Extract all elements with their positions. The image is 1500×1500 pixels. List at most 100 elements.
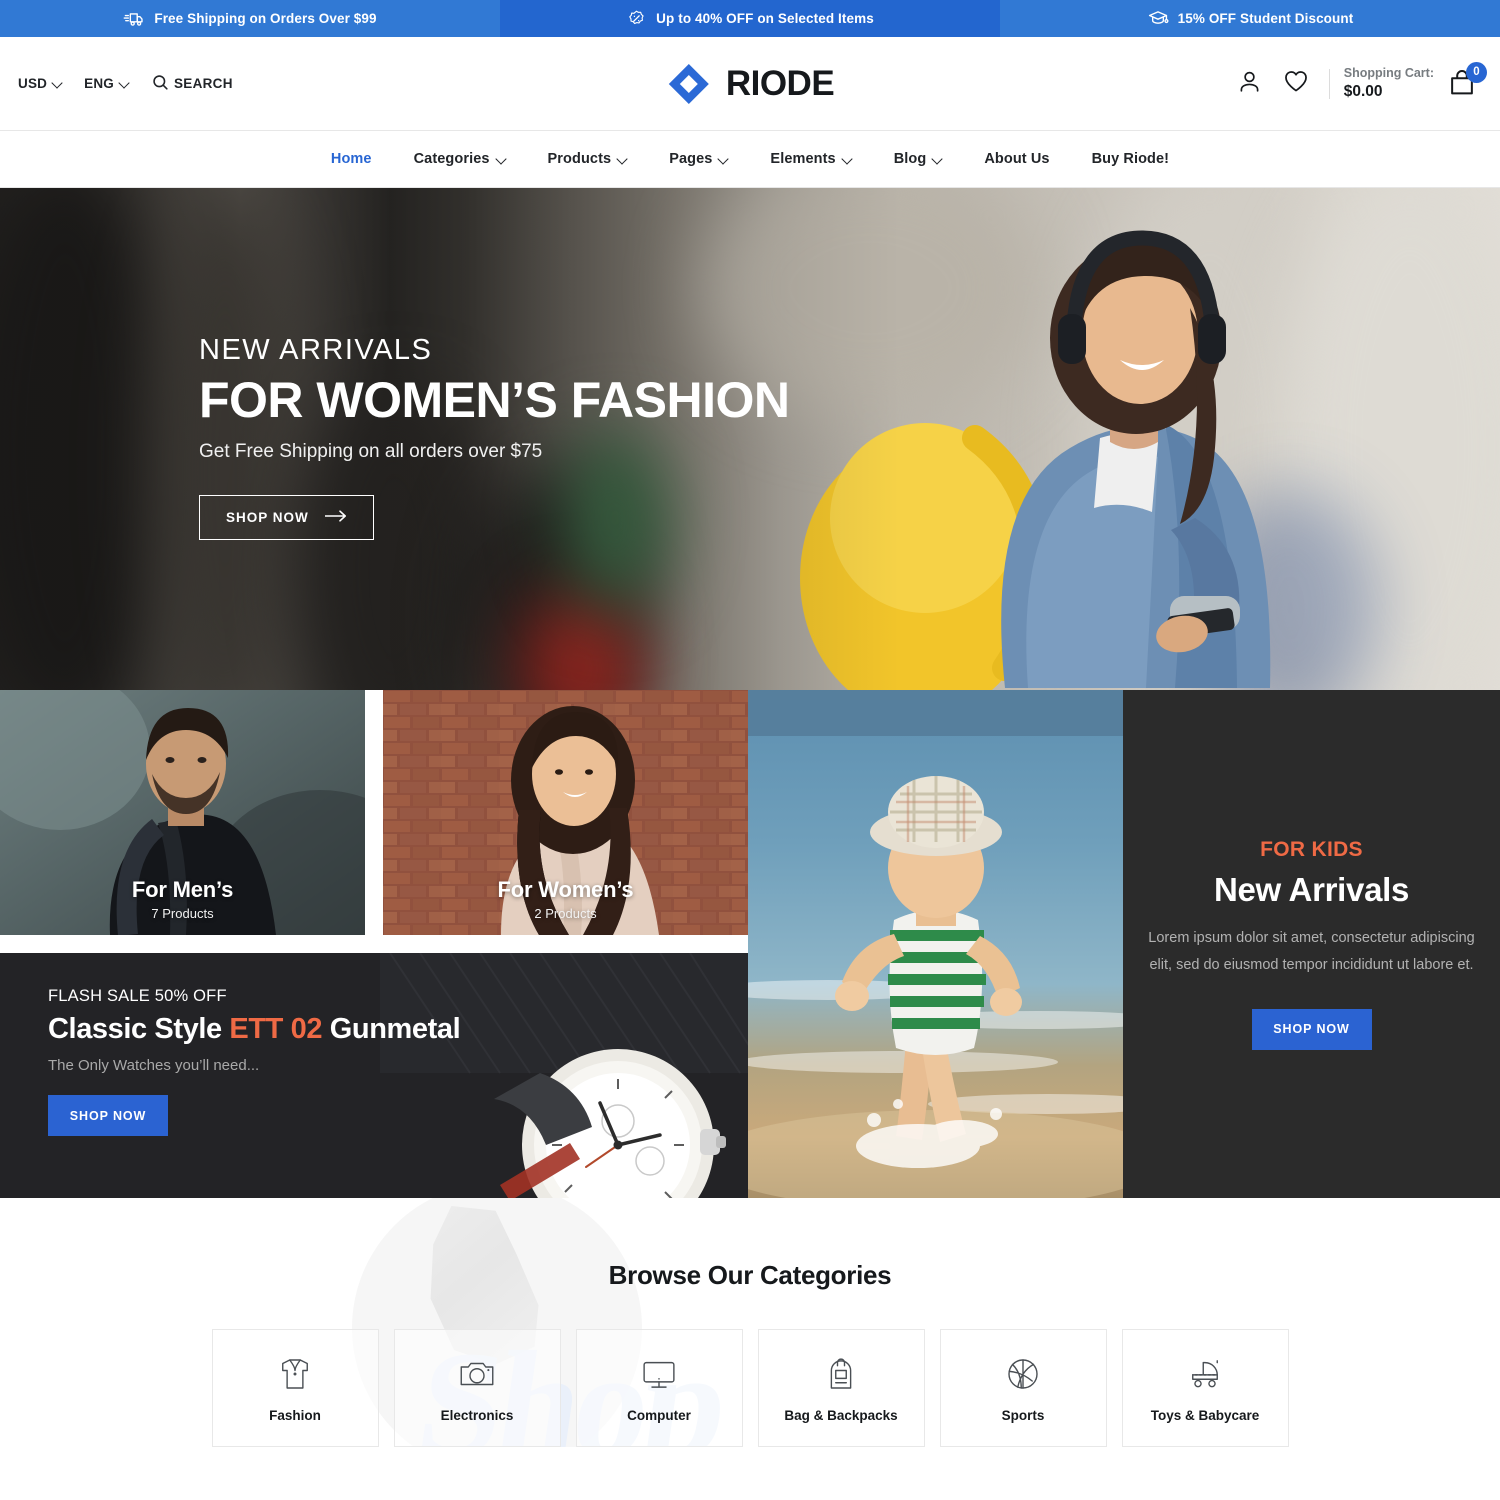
promo-segment-discount[interactable]: Up to 40% OFF on Selected Items bbox=[500, 0, 1000, 37]
category-label-fashion: Fashion bbox=[269, 1408, 321, 1423]
kids-description: Lorem ipsum dolor sit amet, consectetur … bbox=[1148, 930, 1475, 973]
nav-label-blog: Blog bbox=[893, 151, 927, 167]
category-tile-computer[interactable]: Computer bbox=[575, 1329, 743, 1447]
account-button[interactable] bbox=[1227, 61, 1273, 107]
nav-item-blog[interactable]: Blog bbox=[873, 131, 964, 187]
hero-content: NEW ARRIVALS FOR WOMEN’S FASHION Get Fre… bbox=[199, 334, 790, 540]
category-label-sports: Sports bbox=[1001, 1408, 1045, 1423]
nav-item-categories[interactable]: Categories bbox=[393, 131, 527, 187]
hero-cta-label: SHOP NOW bbox=[226, 510, 309, 525]
category-card-womens[interactable]: For Women’s 2 Products bbox=[383, 690, 748, 935]
category-card-mens[interactable]: For Men’s 7 Products bbox=[0, 690, 365, 935]
category-tile-sports[interactable]: Sports bbox=[939, 1329, 1107, 1447]
nav-item-buy-riode[interactable]: Buy Riode! bbox=[1071, 131, 1191, 187]
currency-selector[interactable]: USD bbox=[18, 76, 62, 91]
cart-label: Shopping Cart: bbox=[1343, 66, 1434, 81]
search-toggle[interactable]: SEARCH bbox=[151, 73, 233, 95]
chevron-down-icon bbox=[618, 155, 627, 164]
promo-bar: Free Shipping on Orders Over $99 Up to 4… bbox=[0, 0, 1500, 37]
kids-eyebrow: FOR KIDS bbox=[1260, 838, 1363, 862]
chevron-down-icon bbox=[719, 155, 728, 164]
hero-subtitle: Get Free Shipping on all orders over $75 bbox=[199, 441, 543, 462]
flash-sale-banner[interactable]: FLASH SALE 50% OFF Classic Style ETT 02 … bbox=[0, 953, 748, 1198]
backpack-icon bbox=[820, 1353, 862, 1395]
wishlist-button[interactable] bbox=[1273, 61, 1319, 107]
hero-eyebrow: NEW ARRIVALS bbox=[199, 334, 433, 366]
site-logo[interactable]: RIODE bbox=[666, 61, 835, 107]
chevron-down-icon bbox=[843, 155, 852, 164]
category-tile-bag-backpacks[interactable]: Bag & Backpacks bbox=[757, 1329, 925, 1447]
nav-item-products[interactable]: Products bbox=[527, 131, 649, 187]
category-label-computer: Computer bbox=[627, 1408, 691, 1423]
chevron-down-icon bbox=[120, 79, 129, 88]
hero-banner[interactable]: NEW ARRIVALS FOR WOMEN’S FASHION Get Fre… bbox=[0, 188, 1500, 690]
flash-title-accent: ETT 02 bbox=[229, 1013, 323, 1045]
mens-card-count: 7 Products bbox=[151, 906, 214, 921]
mens-card-title: For Men’s bbox=[131, 877, 234, 902]
cart-count-badge: 0 bbox=[1466, 61, 1487, 83]
user-icon bbox=[1236, 68, 1263, 100]
promo-text-discount: Up to 40% OFF on Selected Items bbox=[656, 11, 874, 26]
nav-item-elements[interactable]: Elements bbox=[749, 131, 872, 187]
browse-categories-section: Shop Browse Our Categories Fashion Elect… bbox=[0, 1198, 1500, 1447]
flash-sale-title: Classic Style ETT 02 Gunmetal bbox=[48, 1013, 461, 1046]
promo-grid-left: For Men’s 7 Products For Women’s 2 Produ… bbox=[0, 690, 748, 1198]
promo-segment-student[interactable]: 15% OFF Student Discount bbox=[1000, 0, 1500, 37]
womens-card-caption: For Women’s 2 Products bbox=[383, 877, 748, 921]
chevron-down-icon bbox=[53, 79, 62, 88]
graduation-cap-icon bbox=[1147, 8, 1169, 30]
arrow-right-icon bbox=[323, 510, 347, 525]
basketball-icon bbox=[1002, 1353, 1044, 1395]
heart-icon bbox=[1282, 67, 1310, 100]
chevron-down-icon bbox=[933, 155, 942, 164]
shopping-cart-button[interactable]: Shopping Cart: $0.00 0 bbox=[1343, 61, 1487, 103]
category-label-electronics: Electronics bbox=[440, 1408, 514, 1423]
hero-shop-now-button[interactable]: SHOP NOW bbox=[199, 495, 374, 540]
nav-label-products: Products bbox=[547, 151, 612, 167]
nav-item-home[interactable]: Home bbox=[310, 131, 393, 187]
nav-label-buy-riode: Buy Riode! bbox=[1091, 151, 1170, 167]
category-tiles: Fashion Electronics Computer Bag & Backp… bbox=[0, 1329, 1500, 1447]
flash-title-part1: Classic Style bbox=[48, 1013, 230, 1045]
kids-banner[interactable]: FOR KIDS New Arrivals Lorem ipsum dolor … bbox=[748, 690, 1500, 1198]
nav-item-about-us[interactable]: About Us bbox=[963, 131, 1070, 187]
promo-grid: For Men’s 7 Products For Women’s 2 Produ… bbox=[0, 690, 1500, 1198]
riode-diamond-logo-icon bbox=[666, 61, 712, 107]
logo-text: RIODE bbox=[725, 63, 835, 103]
flash-sale-content: FLASH SALE 50% OFF Classic Style ETT 02 … bbox=[48, 987, 461, 1136]
nav-label-categories: Categories bbox=[413, 151, 490, 167]
shopping-bag-icon bbox=[1446, 69, 1478, 103]
nav-label-about-us: About Us bbox=[984, 151, 1050, 167]
nav-item-pages[interactable]: Pages bbox=[648, 131, 749, 187]
mens-card-caption: For Men’s 7 Products bbox=[0, 877, 365, 921]
camera-icon bbox=[456, 1353, 498, 1395]
currency-value: USD bbox=[18, 76, 48, 91]
delivery-truck-icon bbox=[123, 8, 145, 30]
promo-segment-shipping[interactable]: Free Shipping on Orders Over $99 bbox=[0, 0, 500, 37]
promo-text-student: 15% OFF Student Discount bbox=[1177, 11, 1354, 26]
promo-text-shipping: Free Shipping on Orders Over $99 bbox=[154, 11, 377, 26]
kids-title: New Arrivals bbox=[1213, 871, 1410, 909]
flash-sale-subtitle: The Only Watches you’ll need... bbox=[48, 1057, 260, 1074]
category-tile-toys-babycare[interactable]: Toys & Babycare bbox=[1121, 1329, 1289, 1447]
language-value: ENG bbox=[84, 76, 114, 91]
nav-label-pages: Pages bbox=[669, 151, 713, 167]
category-card-row: For Men’s 7 Products For Women’s 2 Produ… bbox=[0, 690, 748, 935]
header-divider bbox=[1328, 68, 1330, 99]
hero-title: FOR WOMEN’S FASHION bbox=[199, 372, 790, 428]
nav-label-home: Home bbox=[330, 151, 372, 167]
womens-card-count: 2 Products bbox=[534, 906, 597, 921]
search-icon bbox=[151, 73, 170, 95]
category-tile-electronics[interactable]: Electronics bbox=[393, 1329, 561, 1447]
percent-badge-icon bbox=[626, 8, 647, 29]
category-tile-fashion[interactable]: Fashion bbox=[211, 1329, 379, 1447]
language-selector[interactable]: ENG bbox=[84, 76, 129, 91]
category-label-bag-backpacks: Bag & Backpacks bbox=[784, 1408, 898, 1423]
header-right-tools: Shopping Cart: $0.00 0 bbox=[1227, 61, 1500, 107]
kids-shop-now-button[interactable]: SHOP NOW bbox=[1251, 1008, 1372, 1050]
flash-title-part2: Gunmetal bbox=[322, 1013, 461, 1045]
site-header: USD ENG SEARCH RIODE Shopping Cart: $0.0… bbox=[0, 37, 1500, 131]
search-label: SEARCH bbox=[173, 76, 233, 91]
monitor-icon bbox=[638, 1353, 680, 1395]
flash-sale-shop-now-button[interactable]: SHOP NOW bbox=[48, 1095, 168, 1136]
